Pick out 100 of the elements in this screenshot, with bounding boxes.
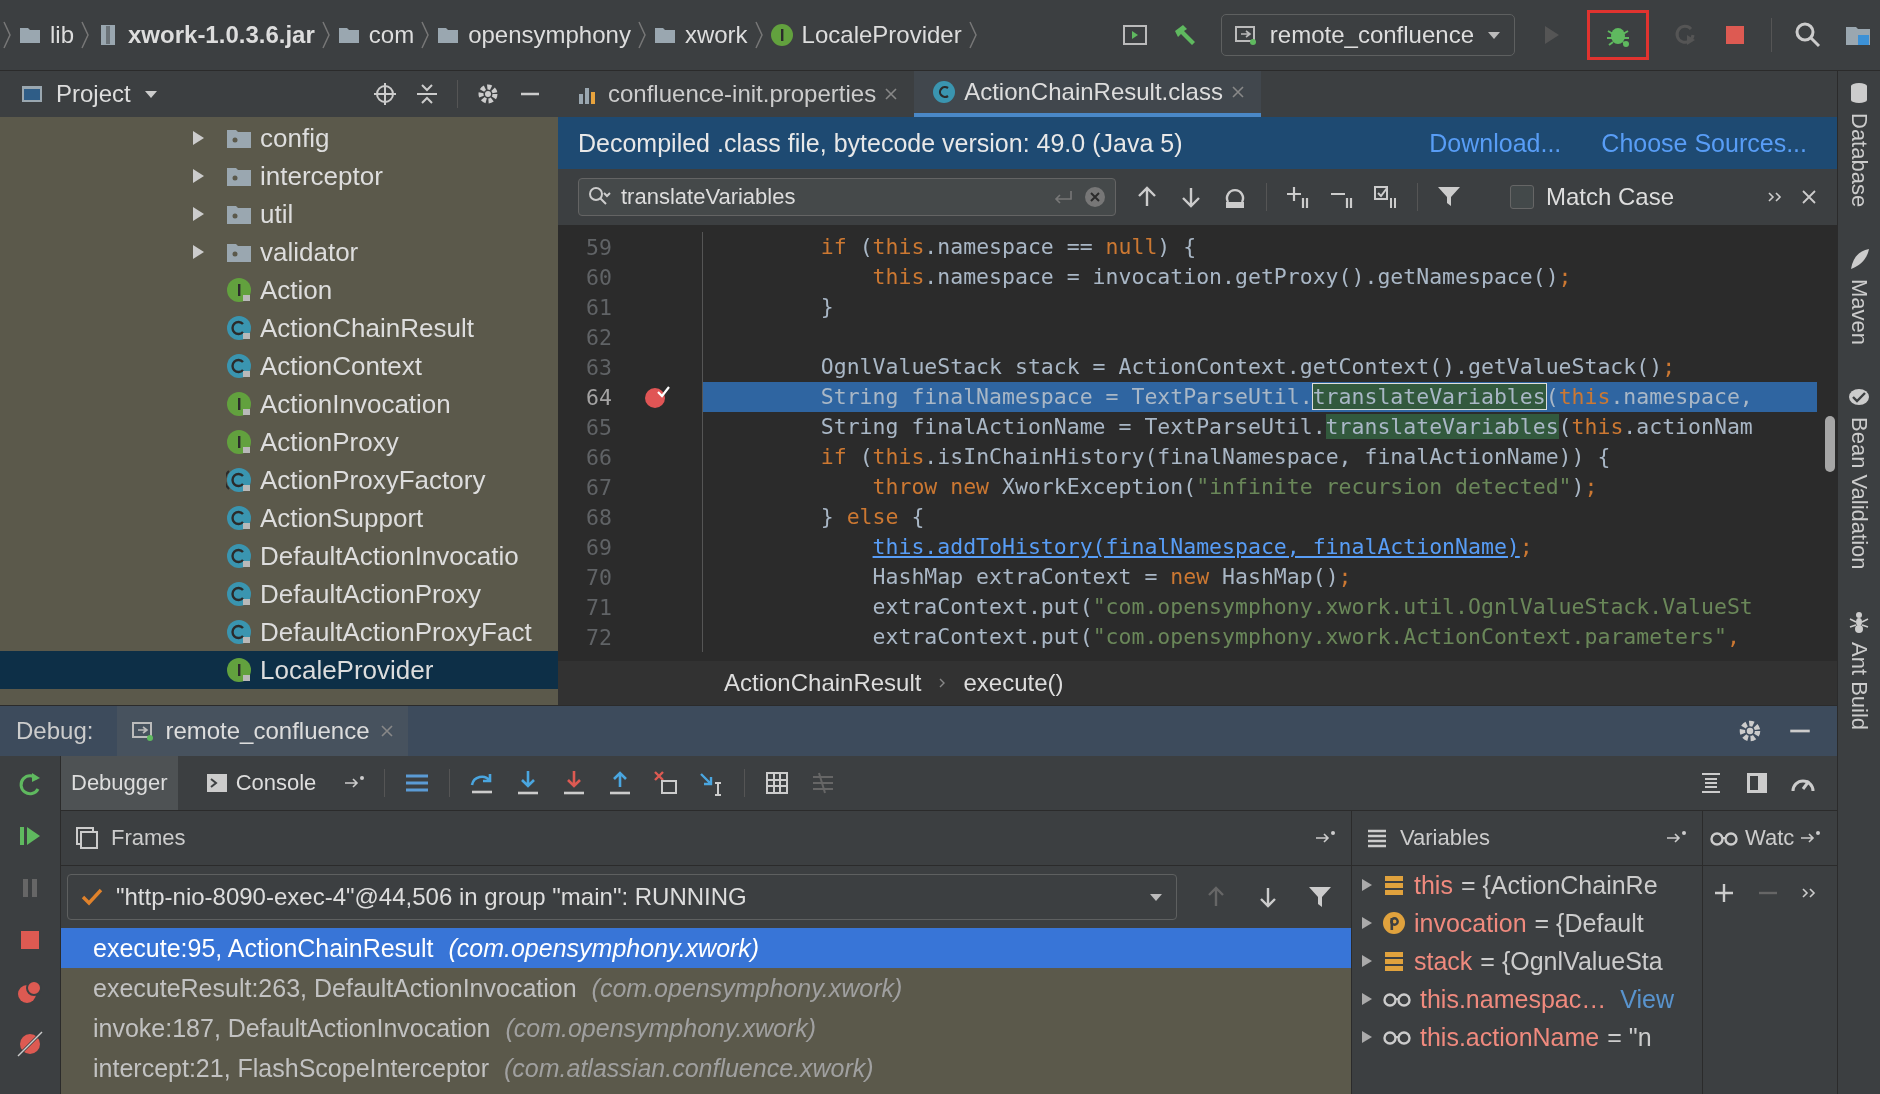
variables-title: Variables xyxy=(1400,825,1491,851)
breadcrumb-item[interactable]: xwork xyxy=(652,21,748,49)
breadcrumb-label: com xyxy=(368,21,415,49)
line-number: 71 xyxy=(585,594,612,620)
settings-icon[interactable] xyxy=(1737,718,1763,744)
tree-item-label: util xyxy=(260,198,294,230)
tree-item-label: ActionSupport xyxy=(260,502,424,534)
collapse-all-icon[interactable] xyxy=(415,82,439,106)
tree-item[interactable]: ActionContext xyxy=(0,347,558,385)
variable-name[interactable]: this.actionName xyxy=(1420,1022,1600,1052)
tree-item[interactable]: config xyxy=(0,119,558,157)
chevron-icon xyxy=(636,20,647,50)
class-icon xyxy=(226,315,252,341)
class-icon xyxy=(932,80,957,104)
expand-arrow-icon[interactable] xyxy=(1360,878,1374,892)
tree-item[interactable]: validator xyxy=(0,233,558,271)
line-number: 69 xyxy=(585,534,612,560)
tool-window-button[interactable]: Maven xyxy=(1846,279,1872,346)
session-tab[interactable]: remote_confluence xyxy=(117,706,408,756)
breakpoint-icon[interactable] xyxy=(644,384,670,410)
expand-arrow-icon[interactable] xyxy=(1360,916,1374,930)
select-all-icon[interactable] xyxy=(1373,184,1399,210)
add-icon[interactable] xyxy=(1713,882,1735,904)
remote-debug-icon xyxy=(131,719,156,743)
variable-name[interactable]: this xyxy=(1414,870,1453,900)
stack-frame[interactable]: executeResult:263, DefaultActionInvocation (com.opensymphony.xwork) xyxy=(61,968,1351,1008)
search-input[interactable]: translateVariables xyxy=(619,183,1043,211)
expand-arrow-icon[interactable] xyxy=(1360,954,1374,968)
tree-item[interactable]: ActionInvocation xyxy=(0,385,558,423)
stack-frame[interactable]: intercept:21, FlashScopeInterceptor (com.atlassian.confluence.xwork) xyxy=(61,1048,1351,1088)
debug-button[interactable] xyxy=(1587,10,1649,60)
tree-item[interactable]: DefaultActionProxyFact xyxy=(0,613,558,651)
expand-arrow-icon[interactable] xyxy=(1360,992,1374,1006)
parameter-icon xyxy=(1382,911,1406,935)
variable-name[interactable]: invocation xyxy=(1414,908,1527,938)
variable-name[interactable]: stack xyxy=(1414,946,1473,976)
editor-tab[interactable]: ActionChainResult.class xyxy=(914,71,1261,117)
tree-item-label: Action xyxy=(260,274,333,306)
expand-arrow-icon[interactable] xyxy=(190,206,206,222)
project-view-dropdown[interactable]: Project xyxy=(20,80,159,108)
variable-value: = "n xyxy=(1607,1022,1652,1052)
thread-dropdown[interactable]: "http-nio-8090-exec-4"@44,506 in group "main": RUNNING xyxy=(67,874,1177,920)
line-number: 68 xyxy=(585,504,612,530)
add-selection-icon[interactable] xyxy=(1285,184,1311,210)
tool-window-button[interactable]: Bean Validation xyxy=(1846,417,1872,570)
banner-link[interactable]: Choose Sources... xyxy=(1601,128,1807,158)
close-icon[interactable] xyxy=(1801,189,1817,205)
tree-item[interactable]: ActionSupport xyxy=(0,499,558,537)
breadcrumb-item[interactable]: ActionChainResult xyxy=(724,669,922,697)
view-link[interactable]: View xyxy=(1620,984,1674,1014)
tree-item[interactable]: Action xyxy=(0,271,558,309)
chevron-icon xyxy=(420,20,431,50)
tree-item[interactable]: ActionProxyFactory xyxy=(0,461,558,499)
tool-window-button[interactable]: Database xyxy=(1846,113,1872,208)
expand-arrow-icon[interactable] xyxy=(190,244,206,260)
class-icon xyxy=(226,581,252,607)
locate-icon[interactable] xyxy=(373,82,397,106)
banner-link[interactable]: Download... xyxy=(1429,128,1562,158)
editor-tab[interactable]: confluence-init.properties xyxy=(558,71,915,117)
breadcrumb-item[interactable]: lib xyxy=(18,21,74,49)
debug-tab[interactable]: Debugger xyxy=(61,756,178,810)
debug-tab[interactable]: Console xyxy=(195,756,327,810)
breadcrumb-item[interactable]: com xyxy=(336,21,415,49)
search-icon[interactable] xyxy=(1794,21,1822,49)
expand-arrow-icon[interactable] xyxy=(190,168,206,184)
clear-icon[interactable] xyxy=(1083,185,1107,209)
run-configuration-dropdown[interactable]: remote_confluence xyxy=(1220,14,1515,56)
code-line: extraContext.put("com.opensymphony.xwork.ActionContext.parameters", xyxy=(871,623,1740,651)
tree-item[interactable]: DefaultActionInvocatio xyxy=(0,537,558,575)
match-case-checkbox[interactable] xyxy=(1510,185,1534,209)
tree-item[interactable]: util xyxy=(0,195,558,233)
stack-frame[interactable]: invoke:187, DefaultActionInvocation (com.opensymphony.xwork) xyxy=(61,1008,1351,1048)
debug-title: Debug: xyxy=(16,717,94,745)
search-field[interactable]: translateVariables xyxy=(578,178,1116,216)
tree-item[interactable]: interceptor xyxy=(0,157,558,195)
match-case-label[interactable]: Match Case xyxy=(1546,183,1675,211)
expand-arrow-icon[interactable] xyxy=(1360,1030,1374,1044)
tree-item[interactable]: ActionProxy xyxy=(0,423,558,461)
scrollbar[interactable] xyxy=(1825,416,1835,472)
frames-title: Frames xyxy=(111,825,186,851)
tree-item[interactable]: DefaultActionProxy xyxy=(0,575,558,613)
line-number: 72 xyxy=(585,624,612,650)
code-line: throw new XworkException("infinite recursion detected"); xyxy=(871,473,1598,501)
variable-value: = {Default xyxy=(1534,908,1644,938)
expand-arrow-icon[interactable] xyxy=(190,130,206,146)
tree-item[interactable]: ActionChainResult xyxy=(0,309,558,347)
breadcrumb-item[interactable]: execute() xyxy=(963,669,1064,697)
line-number: 66 xyxy=(585,444,612,470)
variable-value: = {ActionChainRe xyxy=(1460,870,1658,900)
breadcrumb-item[interactable]: opensymphony xyxy=(436,21,631,49)
close-icon[interactable] xyxy=(884,87,899,101)
mute-breakpoints-icon[interactable] xyxy=(16,1030,44,1058)
variable-name[interactable]: this.namespac… xyxy=(1420,984,1607,1014)
stack-frame[interactable]: execute:95, ActionChainResult (com.opensymphony.xwork) xyxy=(61,928,1351,968)
tool-window-button[interactable]: Ant Build xyxy=(1846,641,1872,730)
filter-icon[interactable] xyxy=(1307,884,1333,910)
tree-item[interactable]: LocaleProvider xyxy=(0,651,558,689)
breadcrumb-item[interactable]: LocaleProvider xyxy=(769,21,962,49)
settings-icon[interactable] xyxy=(476,82,500,106)
ant-icon[interactable] xyxy=(1847,609,1871,634)
